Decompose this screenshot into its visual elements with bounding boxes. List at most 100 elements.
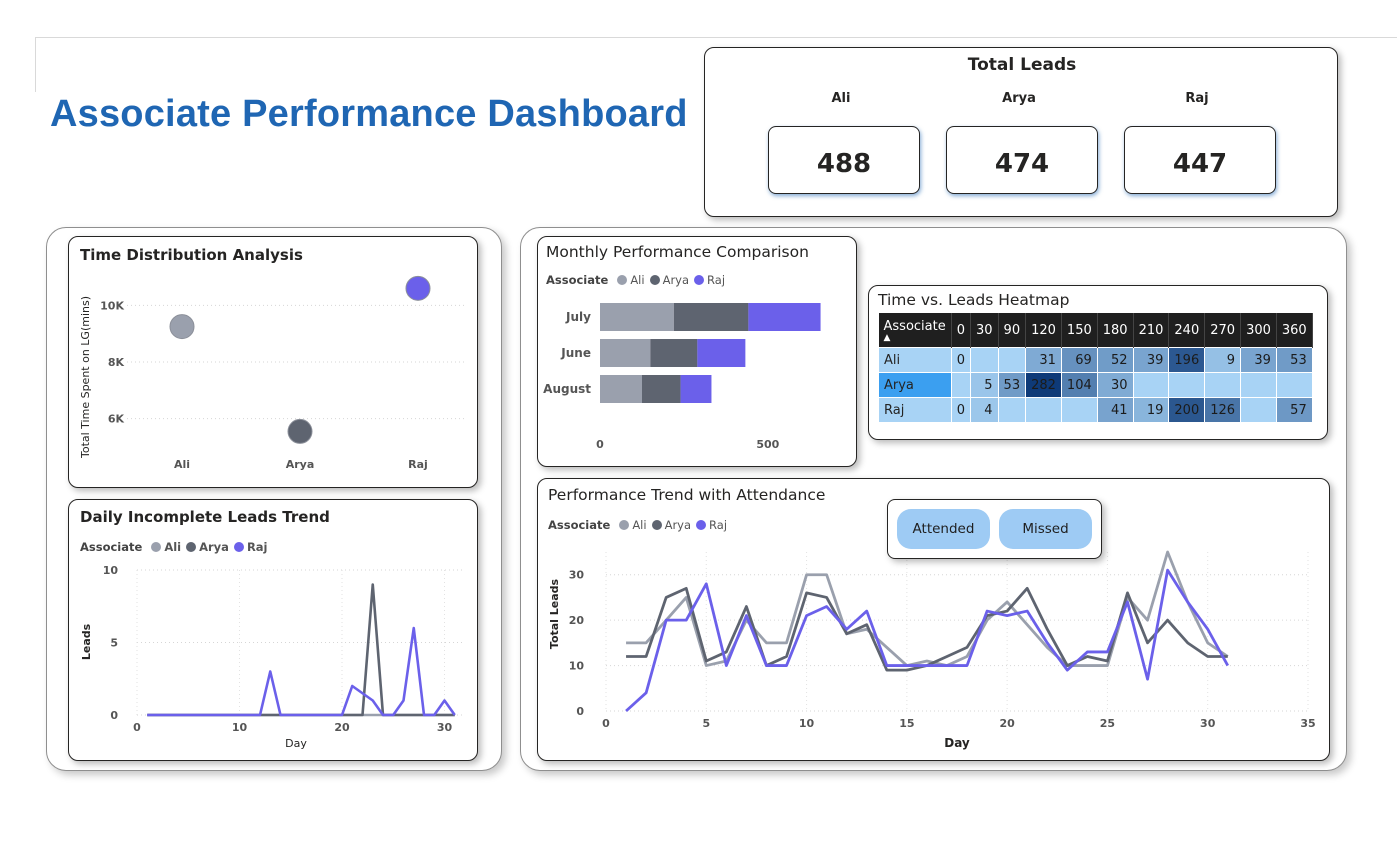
heatmap-cell	[1060, 397, 1098, 423]
x-tick-label: 0	[133, 721, 141, 734]
daily-incomplete-card: Daily Incomplete Leads Trend Associate A…	[68, 499, 478, 761]
total-leads-title: Total Leads	[967, 55, 1077, 75]
series-line-ali	[626, 550, 1229, 667]
heatmap-cell	[1240, 397, 1277, 423]
x-tick-label: 30	[437, 721, 453, 734]
kpi-value-raj: 447	[1124, 126, 1276, 194]
heatmap-col-header[interactable]: 150	[1061, 313, 1098, 348]
heatmap-col-header[interactable]: 240	[1168, 313, 1206, 348]
trend-xlabel: Day	[944, 736, 970, 750]
heatmap-cell	[997, 397, 1027, 423]
heatmap-cell: 39	[1132, 347, 1170, 373]
category-label: August	[543, 382, 591, 396]
heatmap-cell	[1240, 372, 1277, 398]
daily-xlabel: Day	[285, 737, 307, 750]
time-distribution-chart: Total Time Spent on LG(mins) 6K 8K 10K Ali A…	[79, 275, 467, 471]
category-label: June	[560, 346, 591, 360]
y-tick-label: 0	[576, 705, 584, 718]
heatmap-row-header[interactable]: Associate ▲	[878, 313, 952, 348]
heatmap-cell	[1204, 372, 1242, 398]
x-tick-label: 0	[602, 717, 610, 730]
heatmap-col-header[interactable]: 30	[970, 313, 999, 348]
heatmap-row-label[interactable]: Ali	[878, 347, 952, 373]
x-tick-label: 10	[232, 721, 248, 734]
series-line-raj	[147, 626, 456, 717]
x-tick-label: Raj	[408, 458, 428, 471]
bar-august-arya	[641, 375, 681, 403]
kpi-name-arya: Arya	[1002, 91, 1036, 106]
heatmap-col-header[interactable]: 300	[1240, 313, 1277, 348]
x-tick-label: 35	[1300, 717, 1315, 730]
scatter-ylabel: Total Time Spent on LG(mins)	[79, 296, 92, 459]
total-leads-card: Total Leads Ali Arya Raj 488 474 447	[704, 47, 1338, 217]
monthly-comparison-chart: July June August 0 500	[543, 303, 821, 451]
kpi-value-ali: 488	[768, 126, 920, 194]
y-tick-label: 0	[110, 709, 118, 722]
heatmap-cell	[1025, 397, 1062, 423]
heatmap-col-header[interactable]: 270	[1204, 313, 1242, 348]
heatmap-cell: 52	[1096, 347, 1134, 373]
bar-july-ali	[600, 303, 674, 331]
attended-button[interactable]: Attended	[897, 509, 990, 549]
y-tick-label: 6K	[108, 413, 125, 426]
heatmap-cell: 196	[1168, 347, 1206, 373]
heatmap-cell: 0	[950, 397, 972, 423]
heatmap-cell	[970, 347, 999, 373]
heatmap-cell	[997, 347, 1027, 373]
x-tick-label: 20	[334, 721, 350, 734]
heatmap-cell: 19	[1132, 397, 1170, 423]
heatmap-row-label[interactable]: Raj	[878, 397, 952, 423]
heatmap-col-header[interactable]: 360	[1276, 313, 1313, 348]
y-tick-label: 20	[569, 614, 585, 627]
category-label: July	[565, 310, 591, 324]
heatmap-cell: 5	[970, 372, 999, 398]
y-tick-label: 10K	[100, 299, 124, 312]
bar-june-arya	[650, 339, 698, 367]
x-tick-label: 5	[702, 717, 710, 730]
daily-ylabel: Leads	[80, 623, 93, 660]
heatmap-card: Time vs. Leads Heatmap Associate ▲ 0 30 90 1…	[868, 285, 1328, 440]
heatmap-cell: 31	[1025, 347, 1062, 373]
heatmap-col-header[interactable]: 90	[998, 313, 1027, 348]
daily-incomplete-chart: Leads Day 0 5 10 0 10 20 30	[80, 564, 465, 750]
left-divider	[35, 37, 36, 92]
heatmap-cell: 41	[1096, 397, 1134, 423]
heatmap-header-row: Associate ▲ 0 30 90 120 150 180 210 240 270 300 360	[878, 313, 1313, 348]
x-tick-label: Arya	[286, 458, 315, 471]
scatter-point-ali	[169, 314, 195, 340]
x-tick-label: 30	[1200, 717, 1216, 730]
x-tick-label: 15	[899, 717, 914, 730]
y-tick-label: 5	[110, 637, 118, 650]
heatmap-cell	[1132, 372, 1170, 398]
series-line-raj	[625, 568, 1229, 713]
x-tick-label: 20	[999, 717, 1015, 730]
heatmap-cell	[1275, 372, 1313, 398]
heatmap-row: Arya 5 53 282 104 30	[878, 372, 1313, 398]
heatmap-row-label[interactable]: Arya	[878, 372, 952, 398]
x-tick-label: 25	[1100, 717, 1115, 730]
heatmap-row-header-label: Associate	[883, 318, 946, 334]
heatmap-cell: 53	[1275, 347, 1313, 373]
heatmap-col-header[interactable]: 210	[1133, 313, 1170, 348]
sort-ascending-icon: ▲	[883, 332, 891, 343]
heatmap-cell: 57	[1275, 397, 1313, 423]
heatmap-cell: 0	[950, 347, 972, 373]
x-tick-label: 500	[756, 438, 779, 451]
heatmap-col-header[interactable]: 0	[951, 313, 972, 348]
heatmap-row: Raj 0 4 41 19 200 126 57	[878, 397, 1313, 423]
bar-june-ali	[600, 339, 651, 367]
heatmap-cell: 9	[1204, 347, 1242, 373]
heatmap-cell: 126	[1204, 397, 1242, 423]
y-tick-label: 30	[569, 569, 585, 582]
x-tick-label: Ali	[174, 458, 190, 471]
y-tick-label: 10	[569, 660, 585, 673]
heatmap-table: Associate ▲ 0 30 90 120 150 180 210 240 270 300 360…	[878, 313, 1313, 423]
scatter-point-raj	[405, 275, 431, 301]
heatmap-col-header[interactable]: 180	[1097, 313, 1134, 348]
heatmap-col-header[interactable]: 120	[1025, 313, 1062, 348]
missed-button[interactable]: Missed	[999, 509, 1092, 549]
y-tick-label: 8K	[108, 356, 125, 369]
time-distribution-card: Time Distribution Analysis Total Time Sp…	[68, 236, 478, 488]
heatmap-cell	[1168, 372, 1206, 398]
heatmap-cell: 30	[1096, 372, 1134, 398]
